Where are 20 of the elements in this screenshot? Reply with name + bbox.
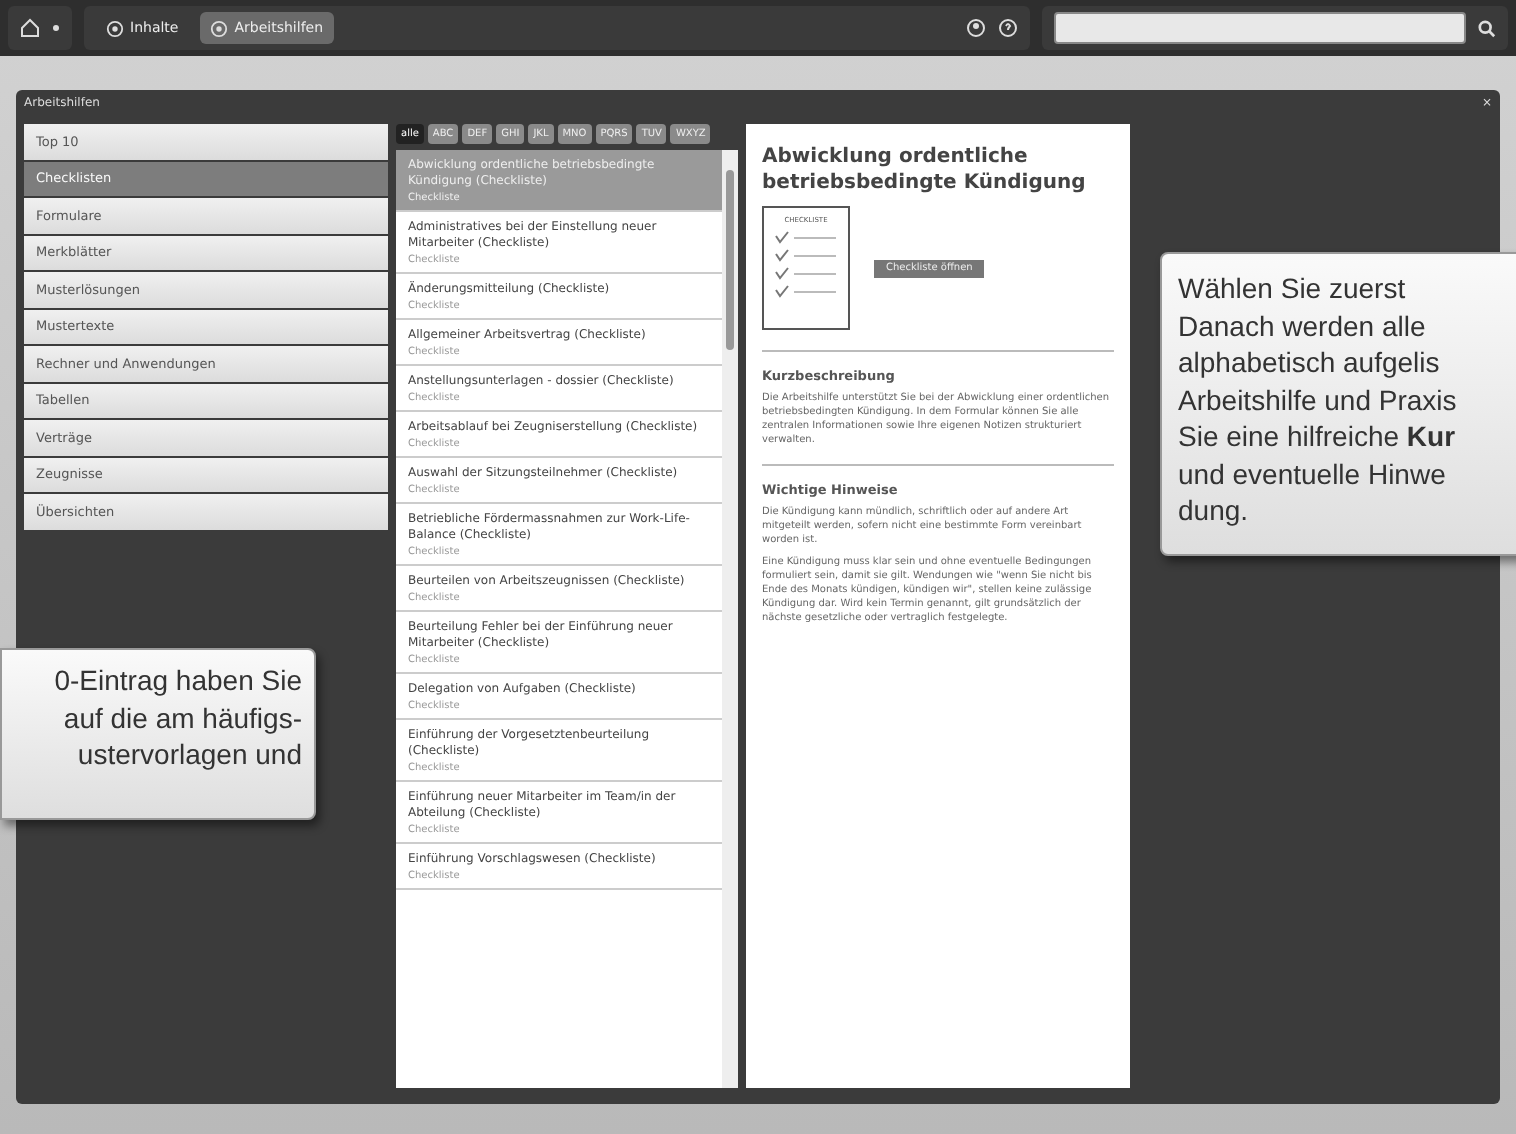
search-icon[interactable] bbox=[1478, 19, 1496, 37]
callout-text: ustervorlagen und bbox=[77, 736, 302, 773]
detail-title: Abwicklung ordentliche betriebsbedingte Kündigung bbox=[762, 144, 1088, 196]
circle-icon bbox=[106, 19, 124, 37]
search-field[interactable] bbox=[1054, 12, 1466, 44]
scrollbar[interactable] bbox=[722, 150, 738, 1088]
home-icon[interactable] bbox=[20, 18, 40, 38]
dropdown-icon[interactable] bbox=[52, 24, 60, 32]
callout-text: 0-Eintrag haben Sie bbox=[54, 662, 302, 699]
callout-text: Danach werden alle bbox=[1178, 307, 1428, 344]
callout-text: Wählen Sie zuerst bbox=[1178, 270, 1408, 307]
circle-icon bbox=[210, 19, 229, 37]
callout-text: dung. bbox=[1178, 492, 1251, 529]
callout-text: alphabetisch aufgelis bbox=[1178, 344, 1442, 381]
user-icon[interactable] bbox=[966, 18, 986, 38]
callout-text: auf die am häufigs- bbox=[63, 699, 302, 736]
callout-text: Sie eine hilfreiche Kur bbox=[1178, 418, 1458, 455]
callout-text: und eventuelle Hinwe bbox=[1178, 455, 1448, 492]
help-icon[interactable] bbox=[998, 18, 1018, 38]
callout-text: Arbeitshilfe und Praxis bbox=[1178, 381, 1459, 418]
